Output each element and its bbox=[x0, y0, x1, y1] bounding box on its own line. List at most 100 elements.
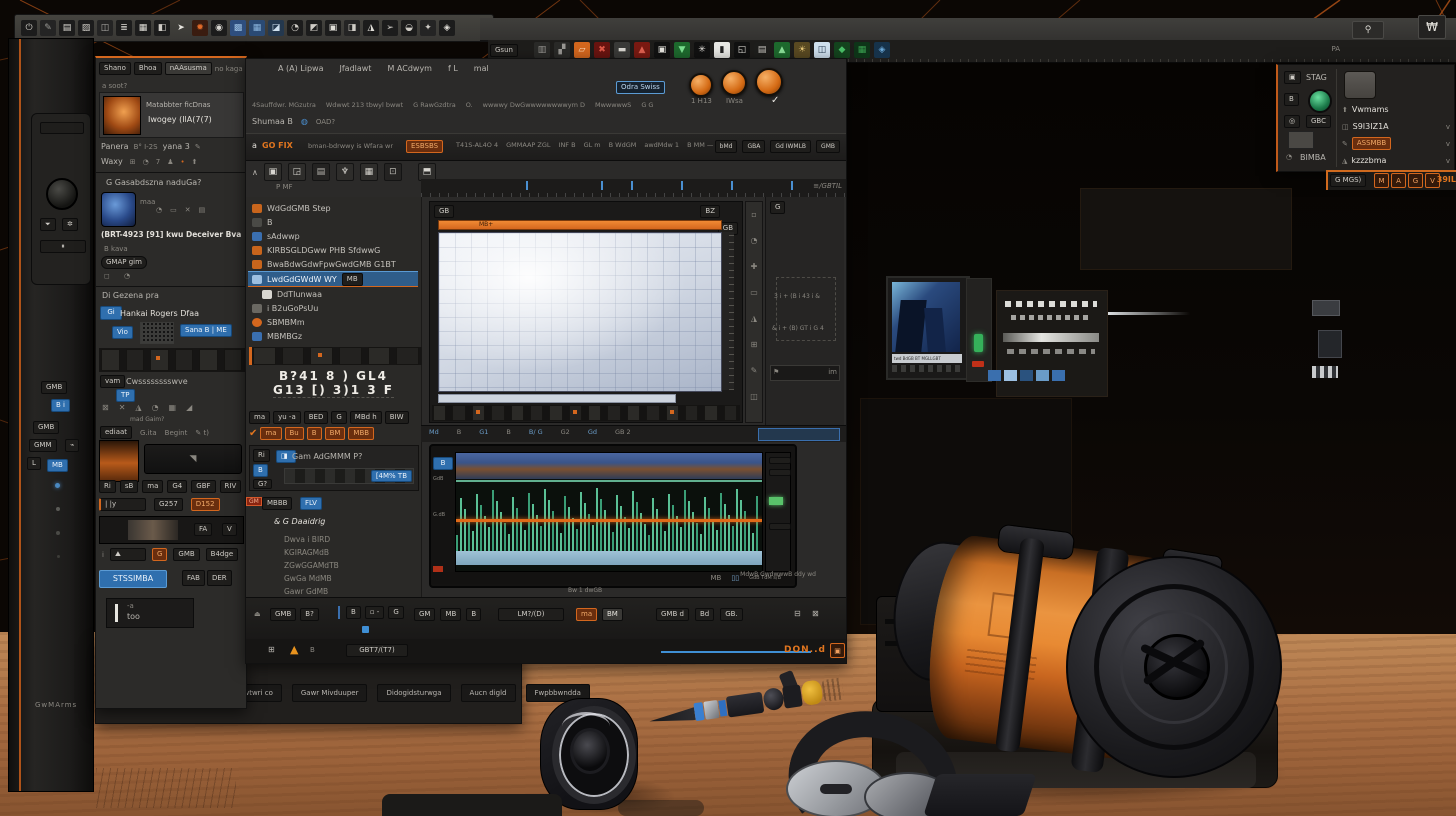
rp-row[interactable]: ◮kzzzbmav bbox=[1342, 152, 1450, 169]
gi-icon[interactable]: Gi bbox=[100, 306, 122, 320]
tool-icon[interactable]: ⊡ bbox=[384, 163, 402, 181]
doc-icons[interactable]: ▯▯ bbox=[731, 574, 739, 582]
pen2-icon[interactable]: ✎ t) bbox=[195, 429, 209, 437]
film-thumbnail[interactable] bbox=[101, 349, 120, 371]
orange-badge[interactable]: ESBSBS bbox=[406, 140, 443, 153]
toolbar-icon[interactable]: ➢ bbox=[382, 20, 398, 36]
rp-row[interactable]: ✎ASSMBBv bbox=[1342, 135, 1450, 152]
menu-item[interactable]: Jfadlawt bbox=[339, 64, 371, 73]
chip-button[interactable]: Bd bbox=[695, 608, 714, 621]
ri-chip[interactable]: Ri bbox=[253, 449, 270, 462]
disc-icon[interactable]: ◔ bbox=[152, 403, 159, 412]
toolbar-icon[interactable]: ➤ bbox=[173, 20, 189, 36]
toolbar-icon[interactable]: ✦ bbox=[420, 20, 436, 36]
bm-chip[interactable]: BM bbox=[602, 608, 623, 621]
tower-chip[interactable]: ⌁ bbox=[65, 439, 79, 452]
film-thumbnail[interactable] bbox=[724, 405, 737, 421]
film-thumbnail[interactable] bbox=[569, 405, 582, 421]
toolbar-icon[interactable]: ▮ bbox=[714, 42, 730, 58]
close-icon[interactable]: ✕ bbox=[185, 206, 191, 214]
wave-gutter-chip[interactable] bbox=[769, 523, 791, 530]
tool-icon[interactable]: ▣ bbox=[264, 163, 282, 181]
toolbar-icon[interactable]: ▦ bbox=[854, 42, 870, 58]
menu-item[interactable]: Wdwwt 213 tbwyl bwwt bbox=[326, 101, 403, 109]
chip-button[interactable]: Bu bbox=[285, 427, 304, 440]
shelf-button[interactable]: Aucn digld bbox=[461, 684, 516, 702]
viewport-hscrollbar[interactable] bbox=[438, 394, 676, 403]
lower-row-label[interactable]: B/ G bbox=[529, 428, 543, 436]
lower-row-label[interactable]: G2 bbox=[561, 428, 570, 436]
chip-button[interactable]: ▫ - bbox=[365, 606, 385, 619]
chevron-down-icon[interactable]: v bbox=[1446, 157, 1450, 165]
chip-button[interactable]: B bbox=[307, 427, 322, 440]
toolbar-icon[interactable]: ✎ bbox=[40, 20, 56, 36]
wide-chip[interactable]: LM?/(D) bbox=[498, 608, 564, 621]
film-thumbnail[interactable] bbox=[310, 347, 333, 365]
film-thumbnail[interactable] bbox=[253, 347, 276, 365]
gbc-chip[interactable]: GBC bbox=[1306, 115, 1331, 128]
clock-icon[interactable]: ◔ bbox=[1286, 153, 1292, 161]
grid2-icon[interactable]: ▦ bbox=[169, 403, 177, 412]
film-thumbnail[interactable] bbox=[666, 405, 679, 421]
toolbar-icon[interactable]: ▬ bbox=[614, 42, 630, 58]
tower-chip[interactable]: MB bbox=[47, 459, 68, 472]
menu-item[interactable]: A (A) Lipwa bbox=[278, 64, 323, 73]
toolbar-icon[interactable]: ◨ bbox=[344, 20, 360, 36]
grid-chip[interactable]: ⊞ bbox=[268, 645, 275, 654]
tool-icon[interactable]: ◲ bbox=[288, 163, 306, 181]
toolbar-icon[interactable]: ▤ bbox=[59, 20, 75, 36]
toolbar-icon[interactable]: ▦ bbox=[249, 20, 265, 36]
toolbar-icon[interactable]: ▲ bbox=[634, 42, 650, 58]
tab[interactable]: Bhoa bbox=[134, 62, 162, 75]
toolbar-icon[interactable]: ▤ bbox=[754, 42, 770, 58]
pane-field[interactable]: ⚑ im bbox=[770, 365, 840, 381]
toolbar-icon[interactable]: ▱ bbox=[574, 42, 590, 58]
refresh-icon[interactable]: ◔ bbox=[156, 206, 162, 214]
lower-row-label[interactable]: Gd bbox=[588, 428, 597, 436]
lower-row-label[interactable]: GB 2 bbox=[615, 428, 631, 436]
chip-button[interactable]: B? bbox=[300, 608, 319, 621]
tower-chip[interactable]: GMB bbox=[41, 381, 67, 394]
chip-button[interactable]: BM bbox=[325, 427, 346, 440]
lower-row-label[interactable]: G1 bbox=[479, 428, 488, 436]
menu-item[interactable]: G RawGzdtra bbox=[413, 101, 456, 109]
list-item[interactable]: KGIRAGMdB bbox=[284, 546, 339, 559]
rp-top-box[interactable] bbox=[1344, 71, 1376, 99]
b-chip[interactable]: B bbox=[253, 464, 268, 477]
chip-button[interactable]: MBd h bbox=[350, 411, 382, 424]
viewport-orange-bar[interactable]: MB+ bbox=[438, 220, 722, 230]
g-chip[interactable]: G? bbox=[253, 479, 272, 489]
tree-item[interactable]: B bbox=[248, 215, 418, 229]
eject-icon[interactable]: ⏏ bbox=[254, 610, 261, 618]
rp-row[interactable]: ◫S9I3IZ1Av bbox=[1342, 118, 1450, 135]
toolbar-icon[interactable]: ◫ bbox=[97, 20, 113, 36]
ramp-icon[interactable]: ◢ bbox=[186, 403, 192, 412]
chip-button[interactable]: ma bbox=[142, 480, 163, 493]
blue-action-button[interactable]: STSSIMBA bbox=[99, 570, 167, 588]
film-thumbnail[interactable] bbox=[588, 405, 601, 421]
chip-button[interactable]: BED bbox=[304, 411, 329, 424]
viewport-corner-chip[interactable]: GB bbox=[434, 205, 454, 218]
toolbar-left-chip[interactable]: Gsun bbox=[490, 44, 518, 57]
toolbar-icon[interactable]: ◫ bbox=[814, 42, 830, 58]
toolbar-icon[interactable]: ◆ bbox=[834, 42, 850, 58]
bmb-chip[interactable]: MBBB bbox=[262, 497, 292, 510]
list-item[interactable]: Dwva i BIRD bbox=[284, 533, 339, 546]
tool-icon[interactable]: ▦ bbox=[360, 163, 378, 181]
caret-icon[interactable]: ∧ bbox=[252, 168, 258, 177]
chip-button[interactable]: GB. bbox=[720, 608, 742, 621]
field-value[interactable]: Sana B | ME bbox=[180, 324, 232, 337]
chip-button[interactable]: BIW bbox=[385, 411, 409, 424]
chip-button[interactable]: GBF bbox=[191, 480, 215, 493]
pawn-icon[interactable]: ♟ bbox=[167, 158, 173, 166]
film-thumbnail[interactable] bbox=[491, 405, 504, 421]
clock2-icon[interactable]: ◔ bbox=[124, 272, 130, 280]
lower-row-label[interactable]: B bbox=[457, 428, 461, 436]
toolbar-icon[interactable]: ≣ bbox=[116, 20, 132, 36]
tab[interactable]: Shano bbox=[99, 62, 131, 75]
toolbar-icon[interactable]: ▩ bbox=[230, 20, 246, 36]
toolbar-icon[interactable]: ✹ bbox=[192, 20, 208, 36]
chip-button[interactable]: ma bbox=[249, 411, 270, 424]
rect-icon[interactable]: ▭ bbox=[170, 206, 177, 214]
flv-chip[interactable]: FLV bbox=[300, 497, 322, 510]
